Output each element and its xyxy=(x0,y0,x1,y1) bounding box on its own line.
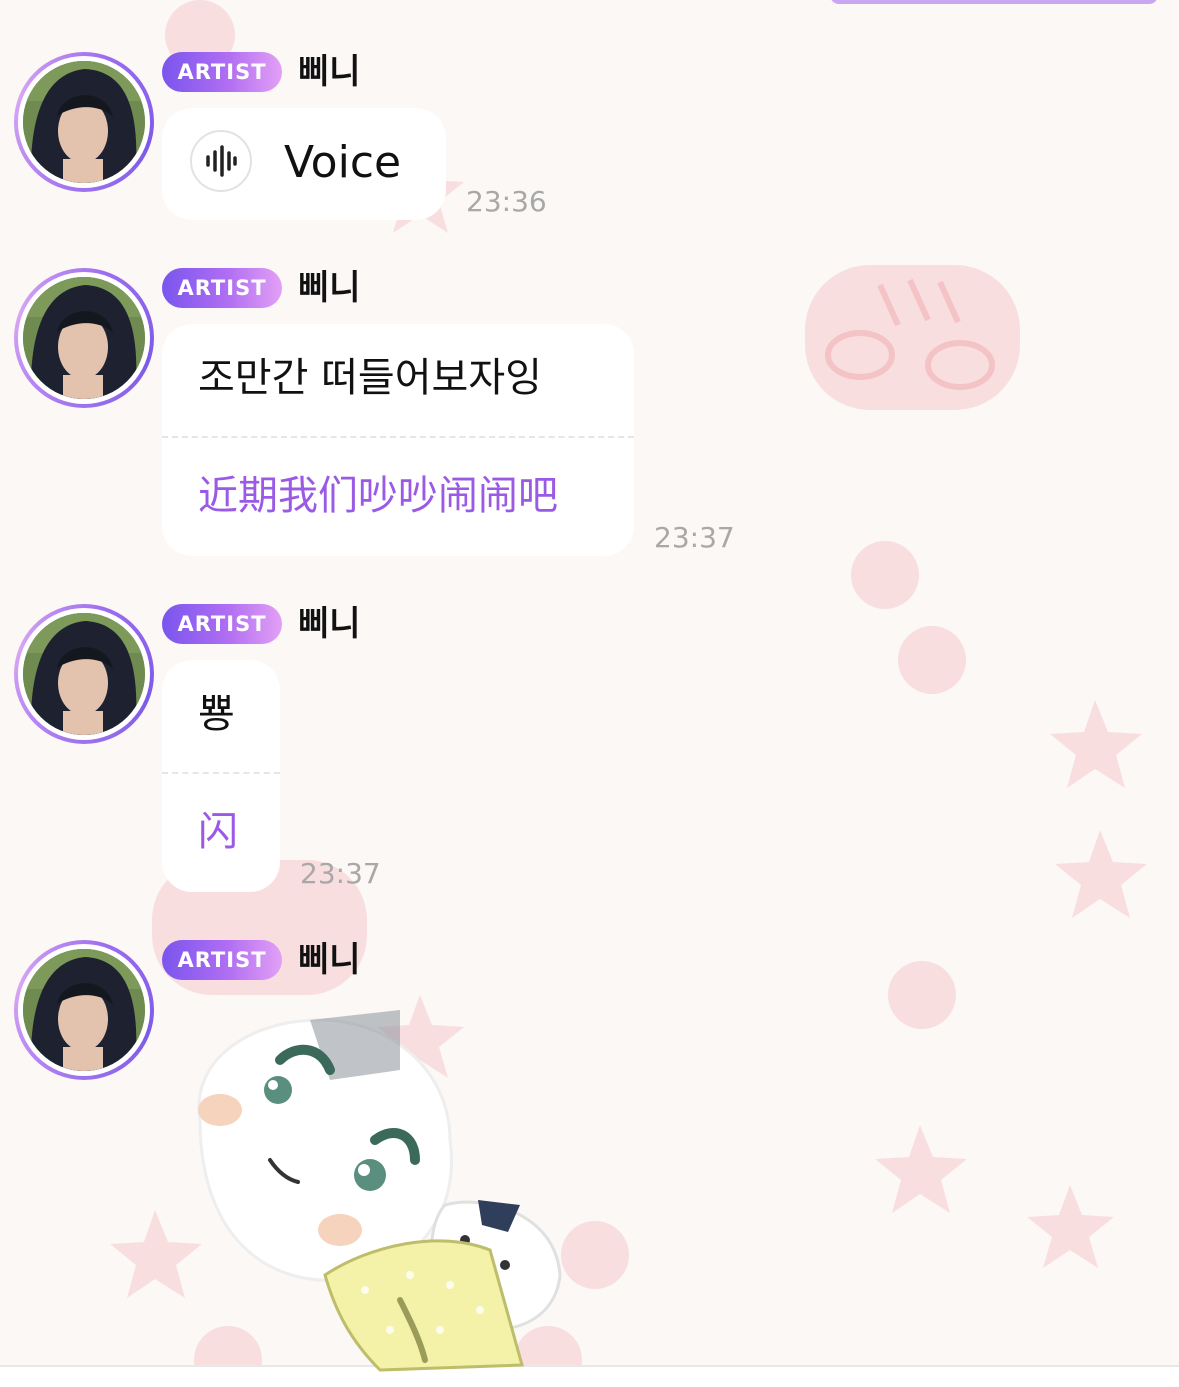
avatar[interactable] xyxy=(14,940,154,1080)
sender-name: 삐니 xyxy=(298,604,361,644)
translation-text: 近期我们吵吵闹闹吧 xyxy=(198,473,558,519)
avatar[interactable] xyxy=(14,604,154,744)
artist-badge: ARTIST xyxy=(162,52,282,92)
message-text: 뿅 xyxy=(198,691,235,737)
avatar-photo xyxy=(23,949,145,1071)
avatar-photo xyxy=(23,277,145,399)
waveform-icon xyxy=(206,145,237,177)
message-timestamp: 23:37 xyxy=(300,857,381,890)
sender-name: 삐니 xyxy=(298,940,361,980)
translation-divider xyxy=(162,772,280,774)
message-timestamp: 23:36 xyxy=(466,185,547,218)
voice-play-button[interactable] xyxy=(190,130,252,192)
sender-name: 삐니 xyxy=(298,52,361,92)
previous-message-bubble-edge xyxy=(830,0,1158,4)
message-text: 조만간 떠들어보자잉 xyxy=(198,355,542,401)
voice-label: Voice xyxy=(284,137,402,188)
avatar-photo xyxy=(23,613,145,735)
voice-message-bubble[interactable]: Voice xyxy=(162,108,446,220)
avatar[interactable] xyxy=(14,268,154,408)
artist-badge: ARTIST xyxy=(162,940,282,980)
sender-name: 삐니 xyxy=(298,268,361,308)
text-message-bubble[interactable]: 뿅 闪 xyxy=(162,660,280,892)
text-message-bubble[interactable]: 조만간 떠들어보자잉 近期我们吵吵闹闹吧 xyxy=(162,324,634,556)
rice-ball-sticker[interactable] xyxy=(160,1000,580,1380)
avatar[interactable] xyxy=(14,52,154,192)
artist-badge: ARTIST xyxy=(162,268,282,308)
translation-text: 闪 xyxy=(198,809,238,855)
avatar-photo xyxy=(23,61,145,183)
message-timestamp: 23:37 xyxy=(654,521,735,554)
artist-badge: ARTIST xyxy=(162,604,282,644)
translation-divider xyxy=(162,436,634,438)
